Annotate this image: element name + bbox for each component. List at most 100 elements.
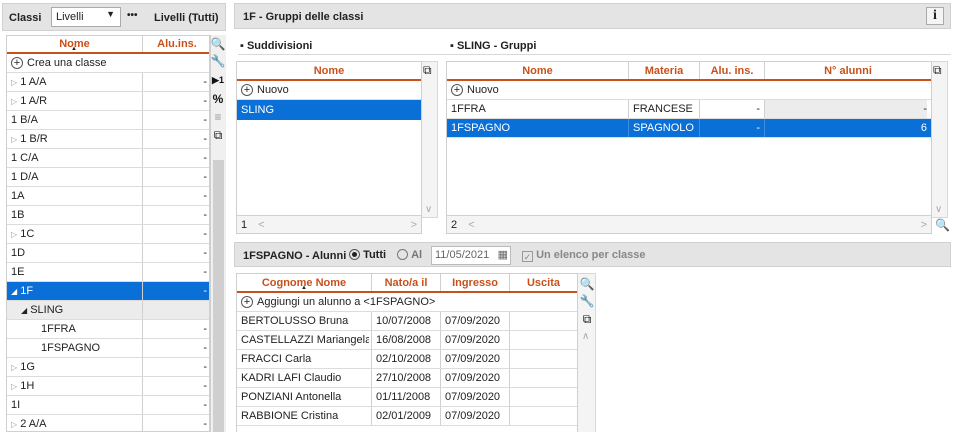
copy-icon[interactable]: ⧉ bbox=[933, 63, 942, 78]
expand-icon[interactable]: ▷ bbox=[11, 78, 17, 87]
class-row[interactable]: 1 C/A - bbox=[7, 149, 209, 168]
grp-new-row[interactable]: + Nuovo bbox=[447, 81, 931, 100]
class-row-label: 1A bbox=[11, 190, 25, 202]
class-row-label: 1 B/A bbox=[11, 114, 38, 126]
col-uscita[interactable]: Uscita bbox=[510, 277, 577, 289]
group-row[interactable]: 1FSPAGNO SPAGNOLO - 6 bbox=[447, 119, 931, 138]
grp-col-materia[interactable]: Materia bbox=[629, 65, 699, 77]
search-icon[interactable]: 🔍 bbox=[935, 218, 950, 232]
sudd-col-nome[interactable]: Nome bbox=[237, 65, 421, 77]
expand-icon[interactable]: ▷ bbox=[11, 230, 17, 239]
student-row[interactable]: PONZIANI Antonella 01/11/2008 07/09/2020 bbox=[237, 388, 577, 407]
class-row[interactable]: ▷ 1H - bbox=[7, 377, 209, 396]
wrench-icon[interactable]: 🔧 bbox=[579, 293, 595, 309]
class-row[interactable]: 1E - bbox=[7, 263, 209, 282]
groups-header: Nome Materia Alu. ins. N° alunni bbox=[447, 62, 931, 81]
scroll-down-icon[interactable]: ∨ bbox=[935, 204, 942, 215]
class-row[interactable]: 1I - bbox=[7, 396, 209, 415]
date-field[interactable]: 11/05/2021 ▦ bbox=[431, 246, 511, 265]
class-row-alu: - bbox=[203, 190, 207, 202]
class-row[interactable]: ▷ 1 A/R - bbox=[7, 92, 209, 111]
sudd-new-row[interactable]: + Nuovo bbox=[237, 81, 421, 100]
info-button[interactable]: i bbox=[926, 7, 944, 25]
class-row[interactable]: ◢ 1F - bbox=[7, 282, 209, 301]
search-icon[interactable]: 🔍 bbox=[579, 276, 595, 292]
students-header: Cognome Nome ▲ Nato/a il Ingresso Uscita bbox=[237, 274, 577, 293]
expand-icon[interactable]: ▷ bbox=[11, 363, 17, 372]
group-row[interactable]: 1FFRA FRANCESE - - bbox=[447, 100, 931, 119]
col-alu-ins[interactable]: Alu.ins. bbox=[143, 38, 209, 50]
class-row-alu: - bbox=[203, 285, 207, 297]
copy-icon[interactable]: ⧉ bbox=[579, 311, 595, 327]
one-list-checkbox[interactable]: ✓ Un elenco per classe bbox=[522, 249, 646, 262]
class-row-name: 1FFRA bbox=[41, 320, 137, 338]
more-button[interactable]: ••• bbox=[127, 10, 138, 21]
collapse-icon[interactable]: ◢ bbox=[21, 306, 27, 315]
student-row[interactable]: BERTOLUSSO Bruna 10/07/2008 07/09/2020 bbox=[237, 312, 577, 331]
class-row-alu: - bbox=[203, 133, 207, 145]
class-row-alu: - bbox=[203, 247, 207, 259]
class-row[interactable]: ▷ 1C - bbox=[7, 225, 209, 244]
class-row[interactable]: 1 B/A - bbox=[7, 111, 209, 130]
scroll-right-icon[interactable]: > bbox=[921, 216, 927, 234]
class-row[interactable]: ▷ 1G - bbox=[7, 358, 209, 377]
student-row[interactable]: RABBIONE Cristina 02/01/2009 07/09/2020 bbox=[237, 407, 577, 426]
class-row[interactable]: 1A - bbox=[7, 187, 209, 206]
create-class-row[interactable]: + Crea una classe bbox=[7, 54, 209, 73]
expand-icon[interactable]: ▷ bbox=[11, 135, 17, 144]
class-row[interactable]: ◢ SLING bbox=[7, 301, 209, 320]
class-row[interactable]: 1FSPAGNO - bbox=[7, 339, 209, 358]
group-cell-materia: FRANCESE bbox=[633, 103, 693, 115]
left-toolbar: Classi Livelli ▼ ••• Livelli (Tutti) bbox=[2, 3, 226, 31]
sudd-scroll[interactable]: ⧉ ∨ bbox=[422, 61, 438, 218]
grp-col-nome[interactable]: Nome bbox=[447, 65, 628, 77]
livelli-select[interactable]: Livelli ▼ bbox=[51, 7, 121, 27]
list-icon[interactable]: ≡ bbox=[210, 109, 226, 125]
classi-label: Classi bbox=[9, 12, 42, 24]
search-icon[interactable]: 🔍 bbox=[210, 36, 226, 52]
calendar-icon[interactable]: ▦ bbox=[498, 247, 508, 264]
scroll-right-icon[interactable]: > bbox=[411, 216, 417, 234]
copy-icon[interactable]: ⧉ bbox=[210, 127, 226, 143]
sudd-row-sling[interactable]: SLING bbox=[237, 100, 421, 120]
play-one-icon[interactable]: ▶1 bbox=[210, 72, 226, 88]
scrollbar-thumb[interactable] bbox=[213, 160, 224, 432]
collapse-icon[interactable]: ◢ bbox=[11, 287, 17, 296]
grp-scroll[interactable]: ⧉ ∨ bbox=[932, 61, 948, 218]
class-row[interactable]: 1 D/A - bbox=[7, 168, 209, 187]
col-nato[interactable]: Nato/a il bbox=[372, 277, 440, 289]
radio-al[interactable]: Al bbox=[397, 249, 422, 261]
class-row-label: 1E bbox=[11, 266, 25, 278]
scroll-up-icon[interactable]: ∧ bbox=[582, 331, 589, 342]
student-row[interactable]: FRACCI Carla 02/10/2008 07/09/2020 bbox=[237, 350, 577, 369]
class-row[interactable]: ▷ 1 B/R - bbox=[7, 130, 209, 149]
grp-col-num[interactable]: N° alunni bbox=[765, 65, 931, 77]
student-cell-name: RABBIONE Cristina bbox=[241, 410, 339, 422]
expand-icon[interactable]: ▷ bbox=[11, 382, 17, 391]
class-row[interactable]: 1FFRA - bbox=[7, 320, 209, 339]
grp-col-alu[interactable]: Alu. ins. bbox=[700, 65, 764, 77]
class-row[interactable]: 1D - bbox=[7, 244, 209, 263]
checkbox-icon: ✓ bbox=[522, 251, 533, 262]
class-row-label: 1I bbox=[11, 399, 21, 411]
class-row[interactable]: 1B - bbox=[7, 206, 209, 225]
scroll-left-icon[interactable]: < bbox=[258, 219, 264, 231]
class-row-label: 1H bbox=[20, 380, 35, 392]
class-row[interactable]: ▷ 2 A/A - bbox=[7, 415, 209, 431]
class-row[interactable]: ▷ 1 A/A - bbox=[7, 73, 209, 92]
expand-icon[interactable]: ▷ bbox=[11, 420, 17, 429]
radio-tutti[interactable]: Tutti bbox=[349, 249, 386, 261]
percent-icon[interactable]: % bbox=[210, 91, 226, 107]
scroll-left-icon[interactable]: < bbox=[468, 219, 474, 231]
student-row[interactable]: CASTELLAZZI Mariangela 16/08/2008 07/09/20… bbox=[237, 331, 577, 350]
add-student-row[interactable]: + Aggiungi un alunno a <1FSPAGNO> bbox=[237, 293, 577, 312]
group-cell-materia: SPAGNOLO bbox=[633, 122, 694, 134]
scroll-down-icon[interactable]: ∨ bbox=[425, 204, 432, 215]
copy-icon[interactable]: ⧉ bbox=[423, 63, 432, 78]
col-ingresso[interactable]: Ingresso bbox=[441, 277, 509, 289]
expand-icon[interactable]: ▷ bbox=[11, 97, 17, 106]
students-scroll[interactable]: 🔍 🔧 ⧉ ∧ bbox=[578, 273, 596, 432]
sort-icon: ▲ bbox=[301, 285, 307, 291]
student-row[interactable]: KADRI LAFI Claudio 27/10/2008 07/09/2020 bbox=[237, 369, 577, 388]
wrench-icon[interactable]: 🔧 bbox=[210, 53, 226, 69]
